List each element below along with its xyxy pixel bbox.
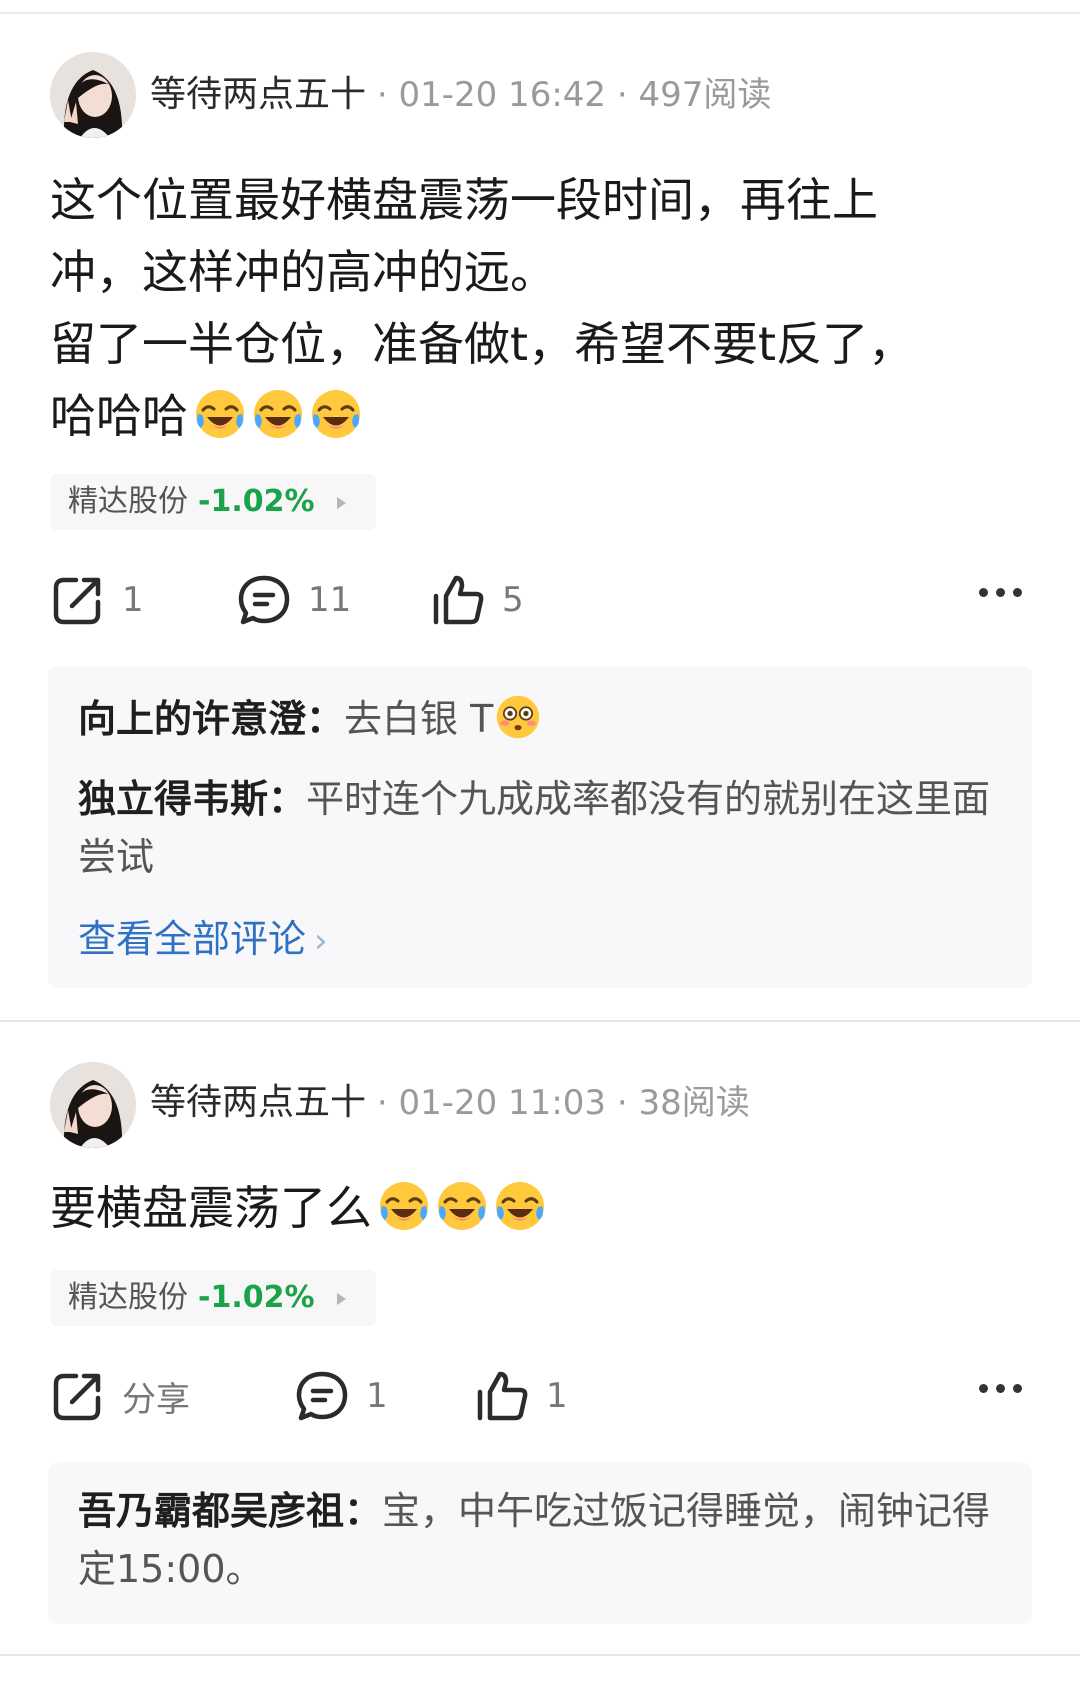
thumbs-up-icon — [477, 1371, 528, 1421]
share-label: 分享 — [122, 1379, 190, 1420]
comment-user: 向上的许意澄： — [78, 697, 345, 741]
chevron-right-icon — [336, 1292, 346, 1305]
content-line-last: 哈哈哈 — [50, 380, 1030, 452]
top-divider — [0, 12, 1080, 14]
laughing-crying-emoji-icon — [310, 388, 362, 440]
comment-preview: 吾乃霸都吴彦祖：宝，中午吃过饭记得睡觉，闹钟记得定15:00。 — [48, 1462, 1032, 1624]
stock-change: -1.02% — [198, 1280, 315, 1315]
stock-name: 精达股份 — [68, 1280, 188, 1315]
comment-count: 11 — [308, 580, 352, 620]
more-options-icon[interactable] — [979, 1384, 1022, 1393]
action-bar: 分享 1 1 — [0, 1366, 1080, 1426]
laughing-crying-emoji-icon — [436, 1180, 488, 1232]
stock-tag[interactable]: 精达股份 -1.02% — [50, 1270, 376, 1326]
avatar[interactable] — [50, 1062, 136, 1148]
chevron-right-icon: › — [314, 921, 328, 961]
separator: · — [366, 1083, 399, 1123]
laughing-crying-emoji-icon — [494, 1180, 546, 1232]
like-button[interactable]: 5 — [430, 570, 524, 630]
flushed-emoji-icon — [496, 694, 541, 740]
laughing-crying-emoji-icon — [378, 1180, 430, 1232]
content-line: 冲，这样冲的高冲的远。 — [50, 245, 556, 299]
post-content[interactable]: 这个位置最好横盘震荡一段时间，再往上 冲，这样冲的高冲的远。 留了一半仓位，准备… — [50, 164, 1030, 452]
view-all-label: 查看全部评论 — [78, 917, 307, 961]
read-count: 38阅读 — [638, 1083, 750, 1123]
like-button[interactable]: 1 — [474, 1366, 568, 1426]
content-line-last: 要横盘震荡了么 — [50, 1172, 1030, 1244]
share-button[interactable]: 1 — [50, 570, 144, 630]
author-name[interactable]: 等待两点五十 — [150, 74, 366, 115]
stock-tag[interactable]: 精达股份 -1.02% — [50, 474, 376, 530]
separator: · — [606, 1083, 639, 1123]
comment-button[interactable]: 1 — [294, 1366, 388, 1426]
more-options-icon[interactable] — [979, 588, 1022, 597]
comment-icon — [238, 575, 290, 625]
content-text: 要横盘震荡了么 — [50, 1181, 372, 1235]
laughing-crying-emoji-icon — [252, 388, 304, 440]
read-count: 497阅读 — [638, 75, 772, 115]
avatar[interactable] — [50, 52, 136, 138]
share-count: 1 — [122, 580, 144, 620]
comment-user: 吾乃霸都吴彦祖： — [78, 1489, 383, 1533]
comment-item[interactable]: 独立得韦斯：平时连个九成成率都没有的就别在这里面尝试 — [78, 770, 1008, 886]
comment-item[interactable]: 吾乃霸都吴彦祖：宝，中午吃过饭记得睡觉，闹钟记得定15:00。 — [78, 1482, 1008, 1598]
separator: · — [606, 75, 639, 115]
like-count: 5 — [502, 580, 524, 620]
post-time: 01-20 16:42 — [398, 75, 607, 115]
laughing-crying-emoji-icon — [194, 388, 246, 440]
stock-name: 精达股份 — [68, 484, 188, 519]
author-name[interactable]: 等待两点五十 — [150, 1082, 366, 1123]
like-count: 1 — [546, 1376, 568, 1416]
comment-preview: 向上的许意澄：去白银 T 独立得韦斯：平时连个九成成率都没有的就别在这里面尝试 … — [48, 666, 1032, 988]
comment-text: 去白银 T — [344, 697, 494, 741]
content-line: 这个位置最好横盘震荡一段时间，再往上 — [50, 173, 878, 227]
share-button[interactable]: 分享 — [50, 1366, 190, 1426]
comment-icon — [296, 1371, 348, 1421]
content-text: 哈哈哈 — [50, 389, 188, 443]
comment-user: 独立得韦斯： — [78, 777, 307, 821]
post-divider — [0, 1654, 1080, 1656]
content-line: 留了一半仓位，准备做t，希望不要t反了， — [50, 317, 915, 371]
post-time: 01-20 11:03 — [398, 1083, 607, 1123]
share-icon — [53, 1373, 101, 1421]
view-all-comments-link[interactable]: 查看全部评论 › — [78, 910, 328, 970]
post-header: 等待两点五十 · 01-20 16:42 · 497阅读 — [150, 70, 771, 120]
chevron-right-icon — [336, 496, 346, 509]
separator: · — [366, 75, 399, 115]
comment-count: 1 — [366, 1376, 388, 1416]
thumbs-up-icon — [433, 575, 484, 625]
stock-change: -1.02% — [198, 484, 315, 519]
comment-item[interactable]: 向上的许意澄：去白银 T — [78, 690, 1008, 748]
post-content[interactable]: 要横盘震荡了么 — [50, 1172, 1030, 1244]
post-divider — [0, 1020, 1080, 1022]
share-icon — [53, 577, 101, 625]
action-bar: 1 11 5 — [0, 570, 1080, 630]
post-header: 等待两点五十 · 01-20 11:03 · 38阅读 — [150, 1078, 750, 1128]
comment-button[interactable]: 11 — [236, 570, 351, 630]
